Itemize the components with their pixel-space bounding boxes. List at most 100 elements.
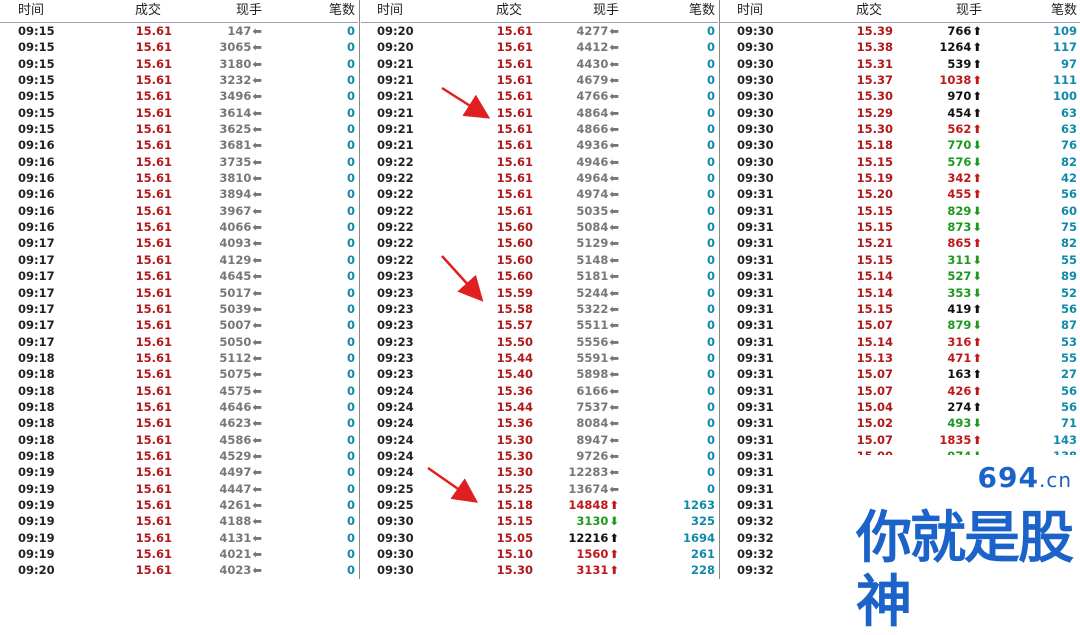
table-row[interactable]: 09:31 15.14 353⬇ 52 [720,285,1080,301]
table-row[interactable]: 09:22 15.61 5035⬅ 0 [361,203,718,219]
table-row[interactable]: 09:24 15.30 9726⬅ 0 [361,448,718,464]
table-row[interactable]: 09:21 15.61 4766⬅ 0 [361,88,718,104]
table-row[interactable]: 09:22 15.61 4974⬅ 0 [361,186,718,202]
table-row[interactable]: 09:17 15.61 4129⬅ 0 [0,252,358,268]
table-row[interactable]: 09:30 15.30 970⬆ 100 [720,88,1080,104]
table-row[interactable]: 09:18 15.61 5075⬅ 0 [0,366,358,382]
table-row[interactable]: 09:17 15.61 5007⬅ 0 [0,317,358,333]
table-row[interactable]: 09:31 15.02 493⬇ 71 [720,415,1080,431]
table-row[interactable]: 09:24 15.36 6166⬅ 0 [361,383,718,399]
table-row[interactable]: 09:25 15.18 14848⬆ 1263 [361,497,718,513]
header-count[interactable]: 笔数 [300,2,355,20]
table-row[interactable]: 09:17 15.61 4093⬅ 0 [0,235,358,251]
table-row[interactable]: 09:19 15.61 4188⬅ 0 [0,513,358,529]
table-row[interactable]: 09:30 15.30 3131⬆ 228 [361,562,718,578]
table-row[interactable]: 09:30 15.39 766⬆ 109 [720,23,1080,39]
table-row[interactable]: 09:23 15.44 5591⬅ 0 [361,350,718,366]
table-row[interactable]: 09:23 15.50 5556⬅ 0 [361,334,718,350]
table-row[interactable]: 09:18 15.61 4646⬅ 0 [0,399,358,415]
table-row[interactable]: 09:20 15.61 4277⬅ 0 [361,23,718,39]
table-row[interactable]: 09:20 15.61 4412⬅ 0 [361,39,718,55]
table-row[interactable]: 09:30 15.38 1264⬆ 117 [720,39,1080,55]
table-row[interactable]: 09:16 15.61 3894⬅ 0 [0,186,358,202]
header-volume[interactable]: 现手 [200,2,262,20]
table-row[interactable]: 09:16 15.61 4066⬅ 0 [0,219,358,235]
table-row[interactable]: 09:15 15.61 3232⬅ 0 [0,72,358,88]
table-row[interactable]: 09:30 15.19 342⬆ 42 [720,170,1080,186]
table-row[interactable]: 09:24 15.30 12283⬅ 0 [361,464,718,480]
table-row[interactable]: 09:24 15.36 8084⬅ 0 [361,415,718,431]
table-row[interactable]: 09:22 15.60 5129⬅ 0 [361,235,718,251]
table-row[interactable]: 09:30 15.18 770⬇ 76 [720,137,1080,153]
table-row[interactable]: 09:31 15.14 527⬇ 89 [720,268,1080,284]
header-time[interactable]: 时间 [737,2,807,20]
table-row[interactable]: 09:17 15.61 5017⬅ 0 [0,285,358,301]
table-row[interactable]: 09:24 15.30 8947⬅ 0 [361,432,718,448]
table-row[interactable]: 09:15 15.61 3065⬅ 0 [0,39,358,55]
table-row[interactable]: 09:31 15.07 879⬇ 87 [720,317,1080,333]
table-row[interactable]: 09:19 15.61 4497⬅ 0 [0,464,358,480]
table-row[interactable]: 09:30 15.15 3130⬇ 325 [361,513,718,529]
table-row[interactable]: 09:17 15.61 4645⬅ 0 [0,268,358,284]
header-volume[interactable]: 现手 [557,2,619,20]
header-volume[interactable]: 现手 [920,2,982,20]
table-row[interactable]: 09:18 15.61 5112⬅ 0 [0,350,358,366]
table-row[interactable]: 09:31 15.04 274⬆ 56 [720,399,1080,415]
table-row[interactable]: 09:30 15.30 562⬆ 63 [720,121,1080,137]
table-row[interactable]: 09:30 15.10 1560⬆ 261 [361,546,718,562]
table-row[interactable]: 09:16 15.61 3735⬅ 0 [0,154,358,170]
table-row[interactable]: 09:21 15.61 4864⬅ 0 [361,105,718,121]
table-row[interactable]: 09:19 15.61 4447⬅ 0 [0,481,358,497]
header-price[interactable]: 成交 [485,2,533,20]
table-row[interactable]: 09:31 15.07 163⬆ 27 [720,366,1080,382]
table-row[interactable]: 09:30 15.29 454⬆ 63 [720,105,1080,121]
table-row[interactable]: 09:17 15.61 5050⬅ 0 [0,334,358,350]
table-row[interactable]: 09:22 15.60 5148⬅ 0 [361,252,718,268]
table-row[interactable]: 09:15 15.61 3180⬅ 0 [0,56,358,72]
table-row[interactable]: 09:31 15.15 829⬇ 60 [720,203,1080,219]
table-row[interactable]: 09:16 15.61 3810⬅ 0 [0,170,358,186]
table-row[interactable]: 09:22 15.61 4964⬅ 0 [361,170,718,186]
table-row[interactable]: 09:31 15.15 419⬆ 56 [720,301,1080,317]
table-row[interactable]: 09:16 15.61 3967⬅ 0 [0,203,358,219]
table-row[interactable]: 09:20 15.61 4023⬅ 0 [0,562,358,578]
table-row[interactable]: 09:23 15.40 5898⬅ 0 [361,366,718,382]
table-row[interactable]: 09:19 15.61 4261⬅ 0 [0,497,358,513]
table-row[interactable]: 09:31 15.07 1835⬆ 143 [720,432,1080,448]
table-row[interactable]: 09:18 15.61 4586⬅ 0 [0,432,358,448]
table-row[interactable]: 09:30 15.15 576⬇ 82 [720,154,1080,170]
table-row[interactable]: 09:31 15.21 865⬆ 82 [720,235,1080,251]
header-time[interactable]: 时间 [377,2,447,20]
header-time[interactable]: 时间 [18,2,88,20]
table-row[interactable]: 09:22 15.60 5084⬅ 0 [361,219,718,235]
table-row[interactable]: 09:30 15.05 12216⬆ 1694 [361,530,718,546]
table-row[interactable]: 09:17 15.61 5039⬅ 0 [0,301,358,317]
header-count[interactable]: 笔数 [659,2,715,20]
table-row[interactable]: 09:18 15.61 4529⬅ 0 [0,448,358,464]
table-row[interactable]: 09:31 15.07 426⬆ 56 [720,383,1080,399]
table-row[interactable]: 09:31 15.15 311⬇ 55 [720,252,1080,268]
table-row[interactable]: 09:30 15.37 1038⬆ 111 [720,72,1080,88]
table-row[interactable]: 09:16 15.61 3681⬅ 0 [0,137,358,153]
table-row[interactable]: 09:15 15.61 3614⬅ 0 [0,105,358,121]
table-row[interactable]: 09:23 15.58 5322⬅ 0 [361,301,718,317]
table-row[interactable]: 09:24 15.44 7537⬅ 0 [361,399,718,415]
table-row[interactable]: 09:21 15.61 4866⬅ 0 [361,121,718,137]
table-row[interactable]: 09:21 15.61 4430⬅ 0 [361,56,718,72]
table-row[interactable]: 09:19 15.61 4131⬅ 0 [0,530,358,546]
table-row[interactable]: 09:23 15.57 5511⬅ 0 [361,317,718,333]
table-row[interactable]: 09:31 15.13 471⬆ 55 [720,350,1080,366]
table-row[interactable]: 09:30 15.31 539⬆ 97 [720,56,1080,72]
table-row[interactable]: 09:18 15.61 4623⬅ 0 [0,415,358,431]
table-row[interactable]: 09:19 15.61 4021⬅ 0 [0,546,358,562]
table-row[interactable]: 09:18 15.61 4575⬅ 0 [0,383,358,399]
table-row[interactable]: 09:15 15.61 147⬅ 0 [0,23,358,39]
table-row[interactable]: 09:23 15.59 5244⬅ 0 [361,285,718,301]
table-row[interactable]: 09:21 15.61 4679⬅ 0 [361,72,718,88]
table-row[interactable]: 09:31 15.20 455⬆ 56 [720,186,1080,202]
header-price[interactable]: 成交 [845,2,893,20]
table-row[interactable]: 09:31 15.15 873⬇ 75 [720,219,1080,235]
table-row[interactable]: 09:31 15.14 316⬆ 53 [720,334,1080,350]
table-row[interactable]: 09:15 15.61 3625⬅ 0 [0,121,358,137]
table-row[interactable]: 09:23 15.60 5181⬅ 0 [361,268,718,284]
